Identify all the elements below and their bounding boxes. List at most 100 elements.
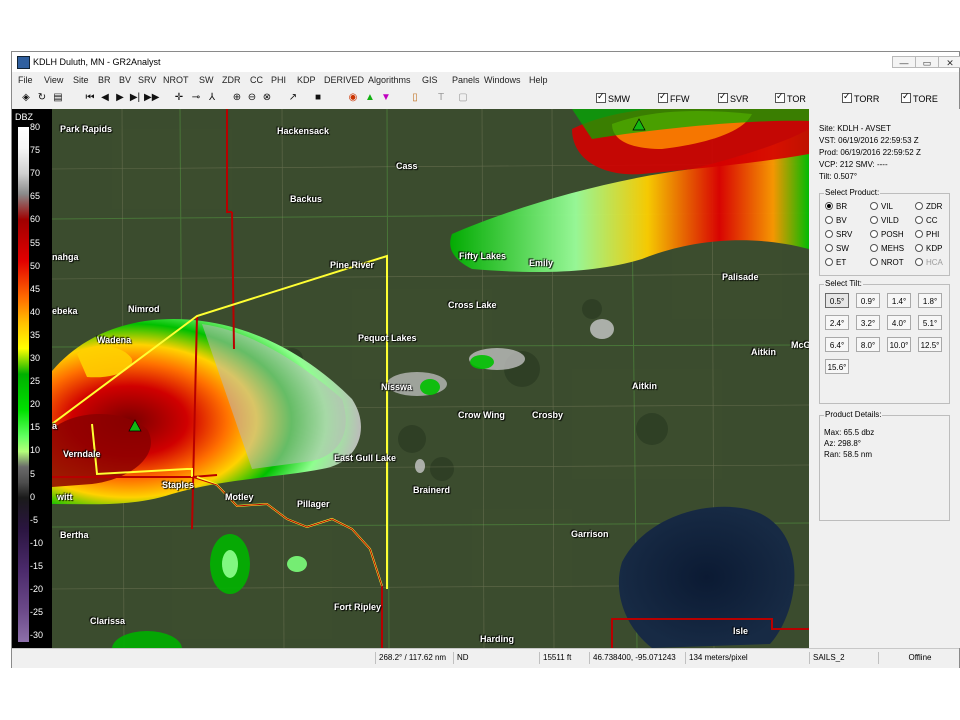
product-option-br[interactable]: BR (825, 202, 847, 211)
product-option-vil[interactable]: VIL (870, 202, 893, 211)
green-triangle-icon[interactable]: ▲ (364, 92, 376, 104)
product-option-phi[interactable]: PHI (915, 230, 939, 239)
product-option-vild[interactable]: VILD (870, 216, 899, 225)
radar-map[interactable]: Park Rapids Hackensack Cass Backus nahga Fift… (52, 109, 809, 648)
product-option-et[interactable]: ET (825, 258, 846, 267)
menu-nrot[interactable]: NROT (163, 75, 189, 85)
close-button[interactable]: ✕ (938, 56, 960, 68)
tilt-button[interactable]: 15.6° (825, 359, 849, 374)
product-option-mehs[interactable]: MEHS (870, 244, 904, 253)
frame-icon[interactable]: ▢ (457, 92, 469, 104)
product-option-srv[interactable]: SRV (825, 230, 852, 239)
tilt-button[interactable]: 1.8° (918, 293, 942, 308)
menu-file[interactable]: File (18, 75, 33, 85)
step-forward-icon[interactable]: ▶| (129, 92, 141, 104)
minimize-button[interactable]: — (892, 56, 916, 68)
radio-icon[interactable] (825, 258, 833, 266)
radio-icon[interactable] (870, 258, 878, 266)
menu-windows[interactable]: Windows (484, 75, 521, 85)
tilt-button[interactable]: 5.1° (918, 315, 942, 330)
checkbox-icon[interactable] (901, 91, 911, 103)
radio-icon[interactable] (825, 202, 833, 210)
checkbox-icon[interactable] (718, 91, 728, 103)
magenta-triangle-icon[interactable]: ▼ (380, 92, 392, 104)
warning-toggle-tore[interactable]: TORE (901, 91, 938, 104)
product-option-nrot[interactable]: NROT (870, 258, 904, 267)
tilt-button[interactable]: 2.4° (825, 315, 849, 330)
text-icon[interactable]: T (435, 92, 447, 104)
menu-algorithms[interactable]: Algorithms (368, 75, 411, 85)
tilt-button[interactable]: 3.2° (856, 315, 880, 330)
tilt-button[interactable]: 1.4° (887, 293, 911, 308)
radio-icon[interactable] (915, 258, 923, 266)
menu-cc[interactable]: CC (250, 75, 263, 85)
skip-first-icon[interactable]: ⏮ (84, 92, 96, 104)
menu-derived[interactable]: DERIVED (324, 75, 364, 85)
warning-toggle-svr[interactable]: SVR (718, 91, 749, 104)
checkbox-icon[interactable] (596, 91, 606, 103)
menu-panels[interactable]: Panels (452, 75, 480, 85)
product-option-sw[interactable]: SW (825, 244, 849, 253)
satellite-icon[interactable]: ◈ (20, 92, 32, 104)
checkbox-icon[interactable] (775, 91, 785, 103)
cursor-icon[interactable]: ↗ (287, 92, 299, 104)
radio-icon[interactable] (870, 216, 878, 224)
restore-button[interactable]: ▭ (915, 56, 939, 68)
radio-icon[interactable] (825, 230, 833, 238)
menu-phi[interactable]: PHI (271, 75, 286, 85)
tilt-button[interactable]: 0.9° (856, 293, 880, 308)
checkbox-icon[interactable] (842, 91, 852, 103)
warning-toggle-ffw[interactable]: FFW (658, 91, 690, 104)
radio-icon[interactable] (870, 230, 878, 238)
folder-icon[interactable]: ▤ (52, 92, 64, 104)
warning-toggle-torr[interactable]: TORR (842, 91, 879, 104)
product-option-hca[interactable]: HCA (915, 258, 943, 267)
radio-icon[interactable] (915, 216, 923, 224)
tilt-button[interactable]: 6.4° (825, 337, 849, 352)
zoom-in-icon[interactable]: ⊕ (231, 92, 243, 104)
play-icon[interactable]: ▶ (114, 92, 126, 104)
skip-last-icon[interactable]: ▶▶ (144, 92, 159, 104)
notes-icon[interactable]: ▯ (409, 92, 421, 104)
storm-icon[interactable]: ◉ (347, 92, 359, 104)
distance-icon[interactable]: ⅄ (206, 92, 218, 104)
product-option-cc[interactable]: CC (915, 216, 938, 225)
radio-icon[interactable] (870, 202, 878, 210)
crosshair-icon[interactable]: ✛ (173, 92, 185, 104)
menu-site[interactable]: Site (73, 75, 89, 85)
warning-toggle-smw[interactable]: SMW (596, 91, 630, 104)
menu-kdp[interactable]: KDP (297, 75, 316, 85)
radio-icon[interactable] (915, 244, 923, 252)
step-back-icon[interactable]: ◀ (99, 92, 111, 104)
tilt-button[interactable]: 4.0° (887, 315, 911, 330)
zoom-reset-icon[interactable]: ⊗ (261, 92, 273, 104)
radio-icon[interactable] (915, 202, 923, 210)
menu-zdr[interactable]: ZDR (222, 75, 241, 85)
menu-srv[interactable]: SRV (138, 75, 156, 85)
radio-icon[interactable] (870, 244, 878, 252)
detail-range: Ran: 58.5 nm (824, 450, 873, 459)
product-option-posh[interactable]: POSH (870, 230, 904, 239)
measure-icon[interactable]: ⊸ (190, 92, 202, 104)
menu-gis[interactable]: GIS (422, 75, 438, 85)
stop-icon[interactable]: ■ (312, 92, 324, 104)
tilt-button[interactable]: 12.5° (918, 337, 942, 352)
product-option-kdp[interactable]: KDP (915, 244, 942, 253)
menu-sw[interactable]: SW (199, 75, 214, 85)
zoom-out-icon[interactable]: ⊖ (246, 92, 258, 104)
menu-help[interactable]: Help (529, 75, 548, 85)
menu-br[interactable]: BR (98, 75, 111, 85)
refresh-icon[interactable]: ↻ (36, 92, 48, 104)
tilt-button[interactable]: 0.5° (825, 293, 849, 308)
radio-icon[interactable] (915, 230, 923, 238)
radio-icon[interactable] (825, 244, 833, 252)
tilt-button[interactable]: 8.0° (856, 337, 880, 352)
checkbox-icon[interactable] (658, 91, 668, 103)
tilt-button[interactable]: 10.0° (887, 337, 911, 352)
product-option-bv[interactable]: BV (825, 216, 847, 225)
radio-icon[interactable] (825, 216, 833, 224)
menu-bv[interactable]: BV (119, 75, 131, 85)
menu-view[interactable]: View (44, 75, 63, 85)
product-option-zdr[interactable]: ZDR (915, 202, 942, 211)
warning-toggle-tor[interactable]: TOR (775, 91, 806, 104)
